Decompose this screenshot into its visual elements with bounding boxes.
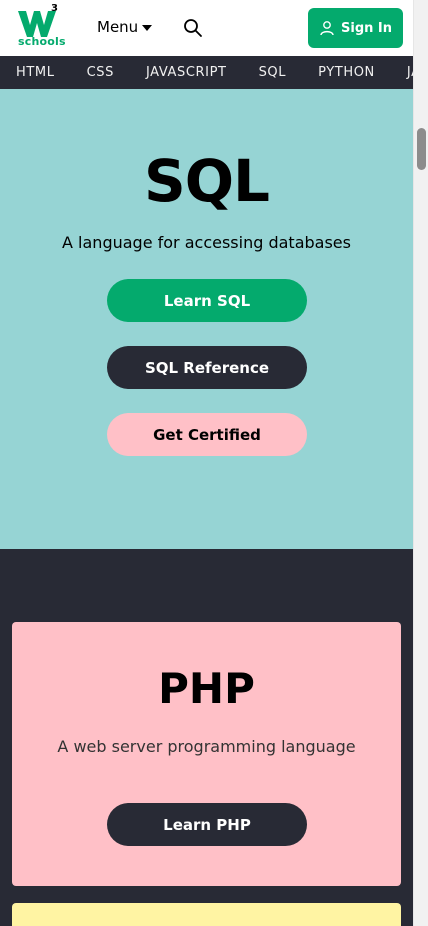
php-card-title: PHP <box>158 664 255 713</box>
menu-button[interactable]: Menu <box>97 18 153 36</box>
sign-in-button[interactable]: Sign In <box>308 8 403 48</box>
user-icon <box>320 21 334 36</box>
scrollbar-thumb[interactable] <box>417 128 426 170</box>
next-card-yellow <box>12 903 401 926</box>
logo-superscript: 3 <box>51 3 58 14</box>
sign-in-label: Sign In <box>341 20 392 36</box>
search-icon[interactable] <box>183 18 203 38</box>
page-viewport: 3 schools Menu Sign In HTML CSS JAVASCRI… <box>0 0 428 926</box>
top-header: 3 schools Menu Sign In <box>0 0 413 56</box>
nav-item-java[interactable]: JAVA <box>391 65 413 80</box>
learn-php-button[interactable]: Learn PHP <box>107 803 307 846</box>
nav-item-html[interactable]: HTML <box>0 65 71 80</box>
nav-item-css[interactable]: CSS <box>71 65 130 80</box>
nav-item-python[interactable]: PYTHON <box>302 65 391 80</box>
get-certified-button[interactable]: Get Certified <box>107 413 307 456</box>
nav-item-sql[interactable]: SQL <box>243 65 303 80</box>
php-card: PHP A web server programming language Le… <box>12 622 401 886</box>
menu-label: Menu <box>97 18 139 36</box>
nav-item-javascript[interactable]: JAVASCRIPT <box>130 65 243 80</box>
logo-subtext: schools <box>18 35 66 48</box>
learn-sql-button[interactable]: Learn SQL <box>107 279 307 322</box>
hero-subtitle: A language for accessing databases <box>62 233 351 252</box>
sql-reference-button[interactable]: SQL Reference <box>107 346 307 389</box>
dark-section: PHP A web server programming language Le… <box>0 549 413 926</box>
sql-hero-section: SQL A language for accessing databases L… <box>0 89 413 549</box>
hero-title: SQL <box>143 147 270 215</box>
page-scrollbar[interactable] <box>413 0 428 926</box>
caret-down-icon <box>142 25 153 31</box>
topic-nav-bar: HTML CSS JAVASCRIPT SQL PYTHON JAVA <box>0 56 413 89</box>
page-content: 3 schools Menu Sign In HTML CSS JAVASCRI… <box>0 0 413 926</box>
php-card-subtitle: A web server programming language <box>57 737 356 756</box>
